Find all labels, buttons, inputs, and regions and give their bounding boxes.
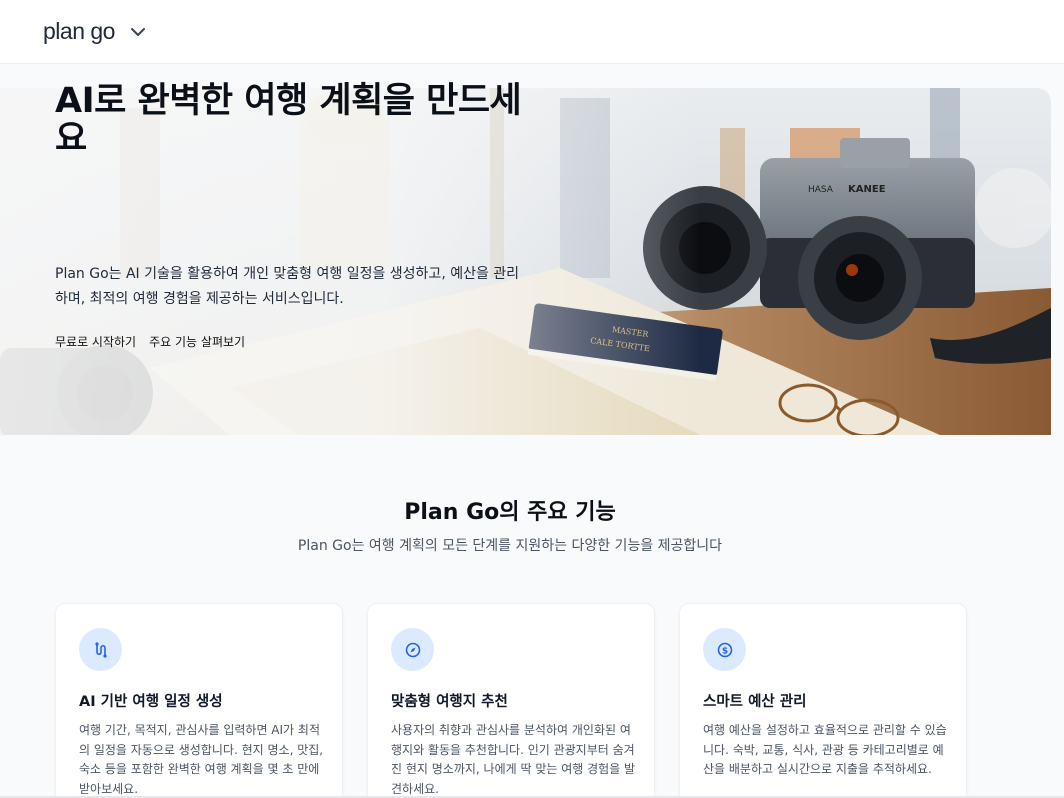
feature-title: 스마트 예산 관리	[703, 694, 807, 710]
feature-description: 여행 기간, 목적지, 관심사를 입력하면 AI가 최적의 일정을 자동으로 생…	[79, 723, 324, 796]
route-icon	[79, 628, 122, 671]
hero-description: Plan Go는 AI 기술을 활용하여 개인 맞춤형 여행 일정을 생성하고,…	[55, 266, 520, 307]
hero-actions: 무료로 시작하기 주요 기능 살펴보기	[55, 333, 245, 350]
feature-description: 여행 예산을 설정하고 효율적으로 관리할 수 있습니다. 숙박, 교통, 식사…	[703, 723, 947, 776]
features-subtitle: Plan Go는 여행 계획의 모든 단계를 지원하는 다양한 기능을 제공합니…	[297, 538, 723, 554]
feature-title: AI 기반 여행 일정 생성	[79, 694, 223, 710]
compass-icon	[391, 628, 434, 671]
feature-description: 사용자의 취향과 관심사를 분석하여 개인화된 여행지와 활동을 추천합니다. …	[391, 723, 636, 796]
feature-card-itinerary: AI 기반 여행 일정 생성 여행 기간, 목적지, 관심사를 입력하면 AI가…	[55, 603, 343, 798]
features-title: Plan Go의 주요 기능	[404, 500, 616, 525]
feature-title: 맞춤형 여행지 추천	[391, 694, 508, 710]
svg-text:HASA: HASA	[808, 185, 834, 195]
feature-card-budget: $ 스마트 예산 관리 여행 예산을 설정하고 효율적으로 관리할 수 있습니다…	[679, 603, 967, 798]
explore-features-button[interactable]: 주요 기능 살펴보기	[149, 333, 245, 350]
svg-text:$: $	[721, 646, 727, 656]
svg-text:KANEE: KANEE	[848, 184, 886, 195]
chevron-down-icon[interactable]	[129, 23, 147, 41]
dollar-circle-icon: $	[703, 628, 746, 671]
logo[interactable]: plan go	[43, 18, 115, 45]
start-free-button[interactable]: 무료로 시작하기	[55, 333, 136, 350]
hero-title: AI로 완벽한 여행 계획을 만드세요	[55, 81, 522, 159]
top-header: plan go	[0, 0, 1064, 64]
feature-card-recommendation: 맞춤형 여행지 추천 사용자의 취향과 관심사를 분석하여 개인화된 여행지와 …	[367, 603, 655, 798]
